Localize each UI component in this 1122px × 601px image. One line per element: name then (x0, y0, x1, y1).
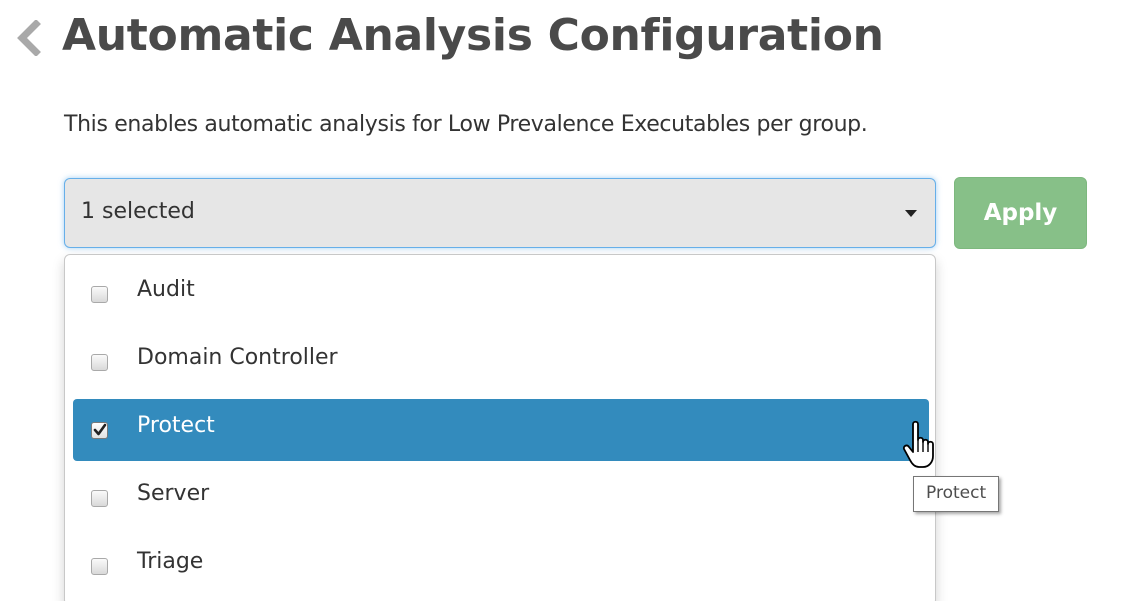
group-multiselect[interactable]: 1 selected (64, 178, 936, 248)
multiselect-value: 1 selected (81, 199, 195, 224)
option-label: Domain Controller (137, 345, 338, 370)
caret-down-icon (905, 210, 917, 217)
checkbox-checked[interactable] (91, 422, 108, 439)
option-label: Triage (137, 549, 204, 574)
group-dropdown-menu: Audit Domain Controller Protect Server T… (64, 254, 936, 601)
option-server[interactable]: Server (73, 467, 929, 529)
option-domain-controller[interactable]: Domain Controller (73, 331, 929, 393)
checkbox[interactable] (91, 286, 108, 303)
automatic-analysis-config-page: Automatic Analysis Configuration This en… (0, 0, 1122, 601)
hand-pointer-cursor-icon (902, 420, 934, 468)
apply-button[interactable]: Apply (954, 177, 1087, 249)
page-title: Automatic Analysis Configuration (62, 10, 884, 61)
option-label: Server (137, 481, 210, 506)
page-description: This enables automatic analysis for Low … (64, 112, 868, 137)
option-protect[interactable]: Protect (73, 399, 929, 461)
option-label: Audit (137, 277, 195, 302)
checkmark-icon (93, 423, 107, 436)
checkbox[interactable] (91, 558, 108, 575)
option-label: Protect (137, 413, 215, 438)
chevron-left-icon[interactable] (12, 20, 48, 56)
checkbox[interactable] (91, 354, 108, 371)
tooltip: Protect (913, 476, 1000, 512)
checkbox[interactable] (91, 490, 108, 507)
option-audit[interactable]: Audit (73, 263, 929, 325)
option-triage[interactable]: Triage (73, 535, 929, 597)
